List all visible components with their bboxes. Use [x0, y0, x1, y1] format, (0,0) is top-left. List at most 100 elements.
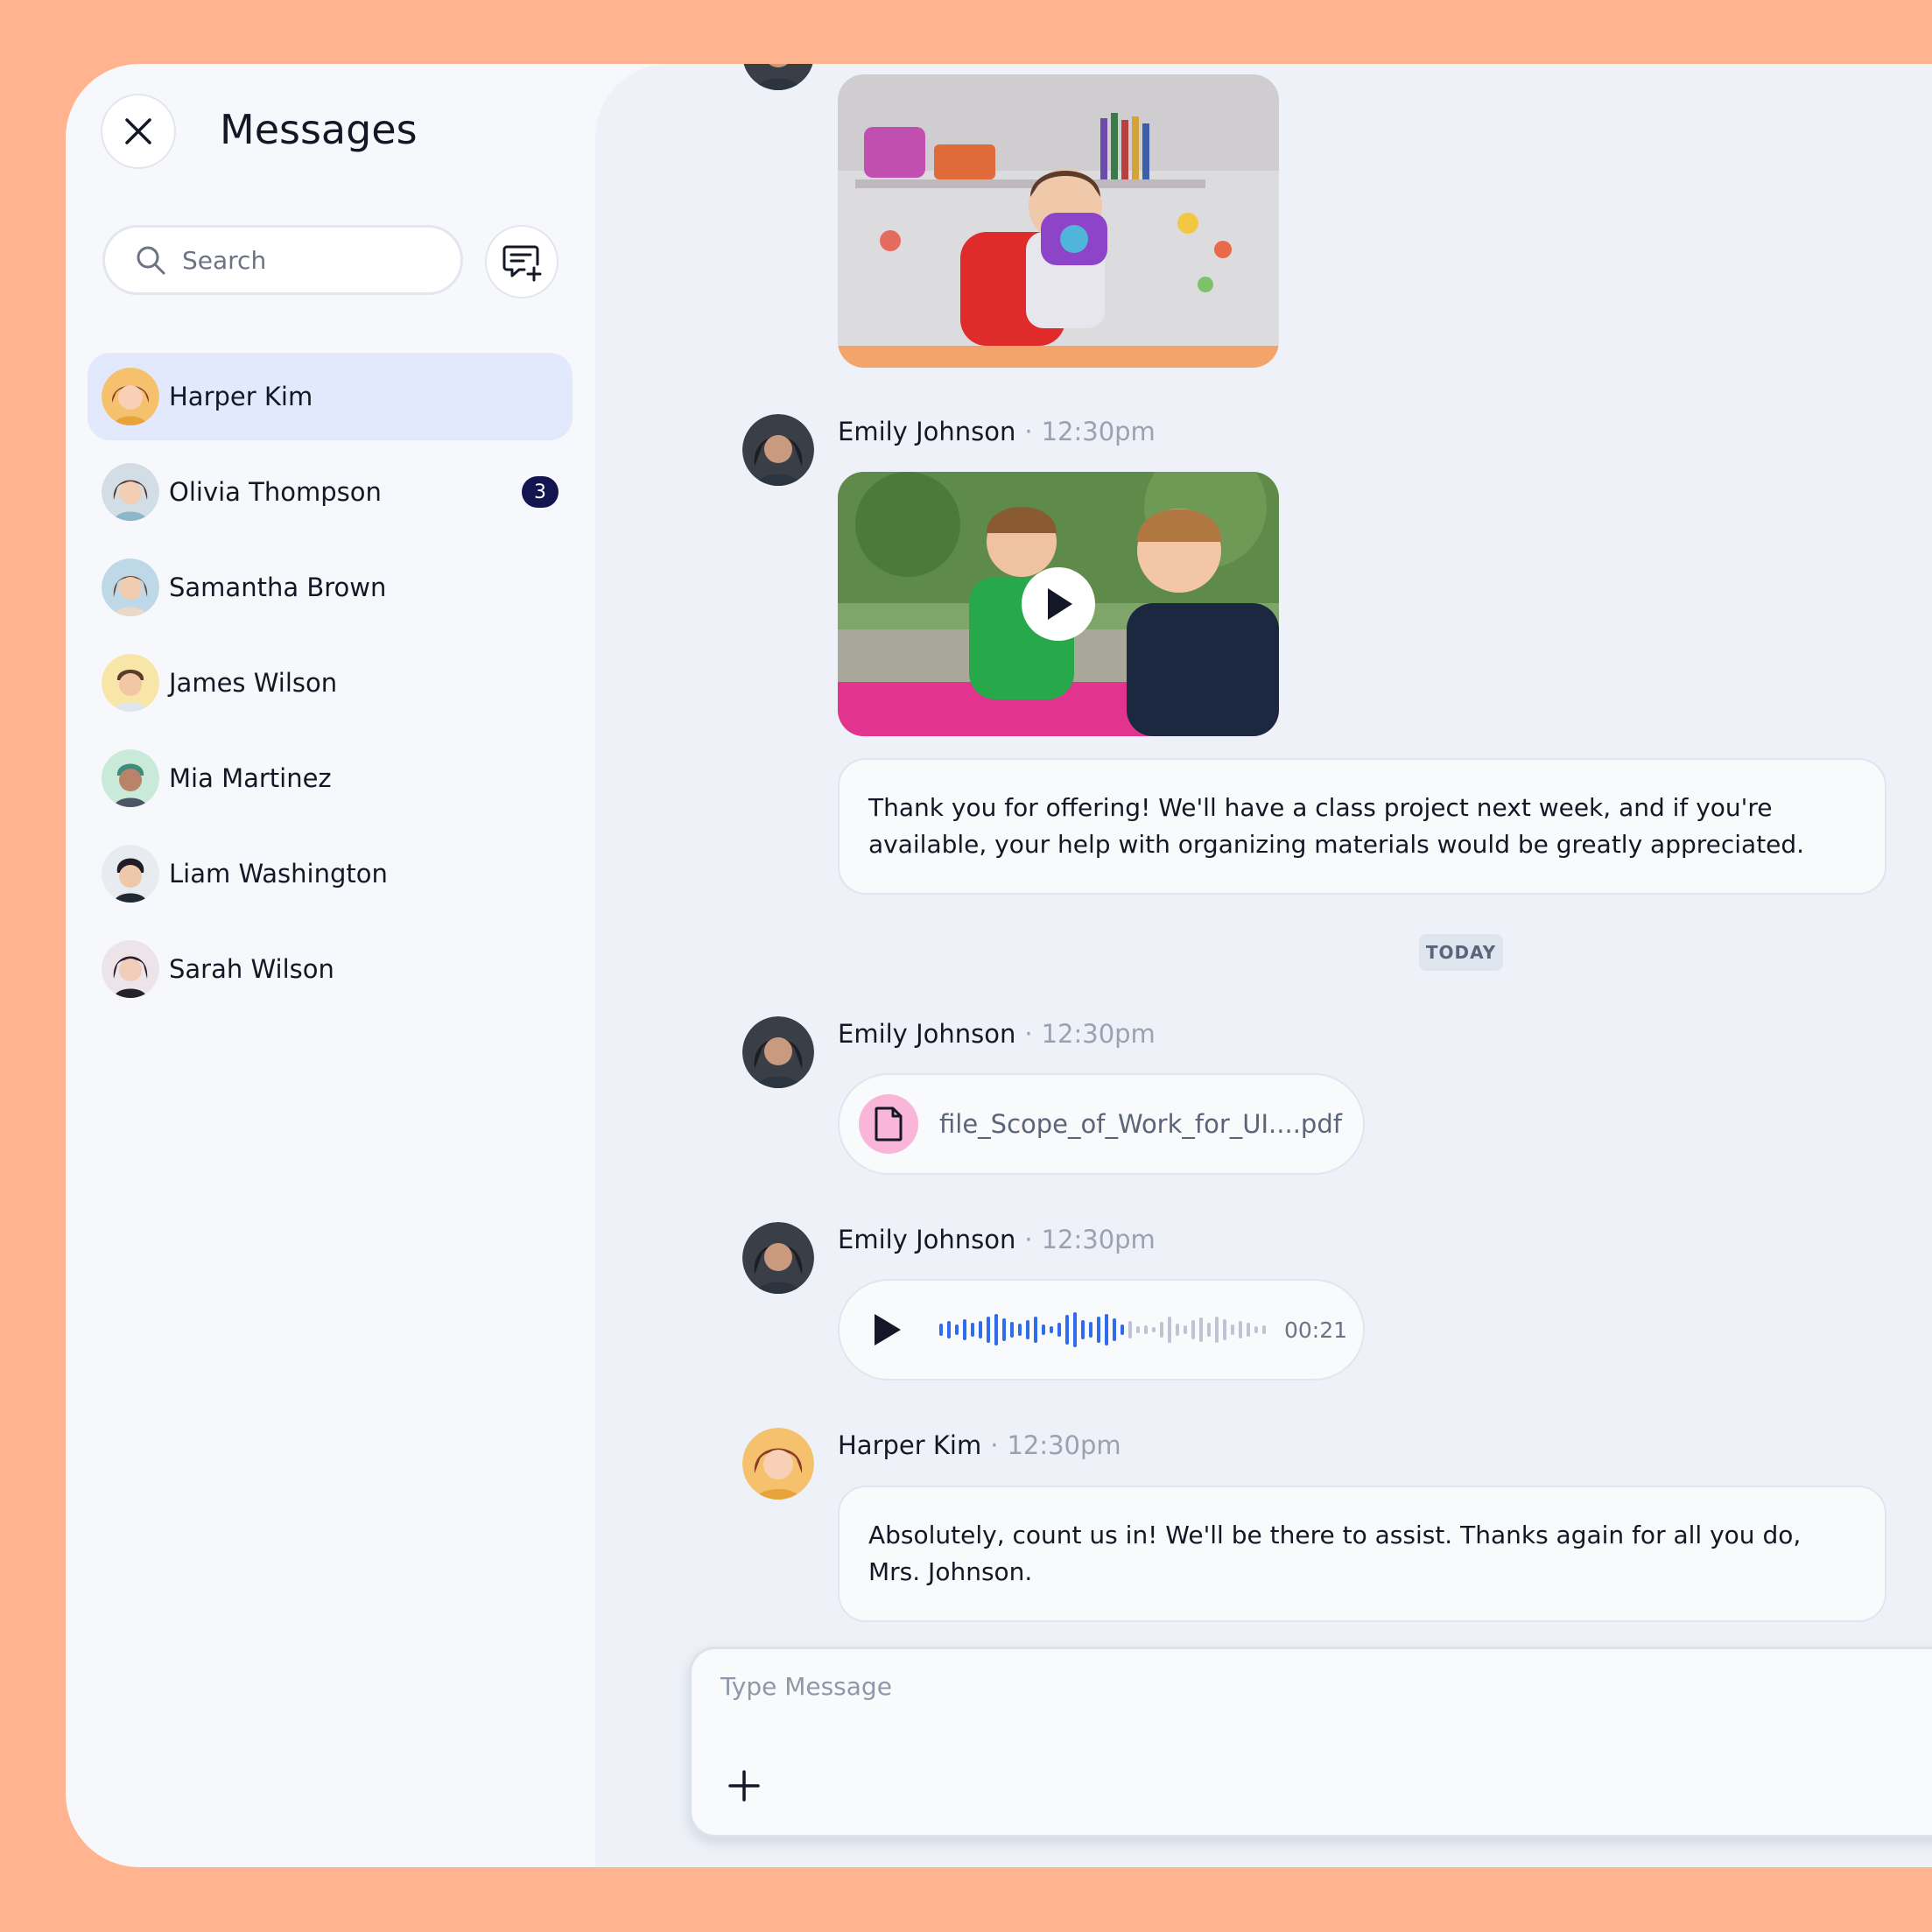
play-icon	[1048, 588, 1072, 620]
avatar	[102, 368, 159, 425]
message-time: 12:30pm	[1007, 1430, 1121, 1460]
contact-item-liam-washington[interactable]: Liam Washington	[88, 830, 573, 917]
waveform-bar	[1184, 1325, 1187, 1334]
waveform-bar	[1018, 1324, 1022, 1336]
waveform-bar	[1050, 1326, 1053, 1333]
unread-badge: 3	[522, 476, 559, 508]
waveform-bar	[1176, 1324, 1179, 1336]
contact-item-samantha-brown[interactable]: Samantha Brown	[88, 544, 573, 631]
waveform-bar	[979, 1321, 982, 1338]
message-time: 12:30pm	[1041, 417, 1156, 446]
waveform-bar	[1254, 1326, 1258, 1333]
avatar	[742, 414, 814, 486]
plus-icon[interactable]	[727, 1768, 762, 1803]
waveform-bar	[1231, 1324, 1234, 1335]
waveform-bar	[963, 1319, 966, 1340]
message-header: Harper Kim · 12:30pm	[838, 1428, 1121, 1463]
contact-name: Samantha Brown	[169, 573, 387, 602]
waveform-bar	[1097, 1317, 1100, 1343]
waveform-bar	[1065, 1315, 1069, 1345]
message-text: Thank you for offering! We'll have a cla…	[868, 793, 1805, 859]
search-box[interactable]	[102, 225, 463, 295]
message-bubble: Absolutely, count us in! We'll be there …	[838, 1486, 1886, 1622]
waveform-bar	[1247, 1323, 1250, 1337]
waveform-bar	[1239, 1321, 1242, 1338]
message-bubble: Thank you for offering! We'll have a cla…	[838, 758, 1886, 895]
contact-item-mia-martinez[interactable]: Mia Martinez	[88, 734, 573, 822]
separator-dot: ·	[1024, 417, 1033, 446]
message-header: Emily Johnson · 12:30pm	[838, 1222, 1156, 1257]
file-attachment[interactable]: file_Scope_of_Work_for_UI....pdf	[838, 1073, 1365, 1175]
waveform-bar	[1223, 1319, 1226, 1340]
photo-attachment[interactable]	[838, 74, 1279, 368]
message-time: 12:30pm	[1041, 1225, 1156, 1254]
waveform-bar	[1207, 1323, 1211, 1337]
audio-waveform[interactable]	[939, 1308, 1272, 1352]
avatar	[102, 845, 159, 903]
waveform-bar	[1199, 1317, 1203, 1342]
sender-name: Emily Johnson	[838, 417, 1016, 446]
play-icon[interactable]	[871, 1312, 903, 1347]
contact-name: Olivia Thompson	[169, 477, 382, 507]
avatar	[102, 749, 159, 807]
contact-item-harper-kim[interactable]: Harper Kim	[88, 353, 573, 440]
waveform-bar	[1191, 1320, 1195, 1339]
message-composer	[689, 1647, 1932, 1837]
contact-name: Liam Washington	[169, 859, 388, 889]
message-input[interactable]	[720, 1672, 1596, 1701]
waveform-bar	[1073, 1312, 1077, 1347]
file-icon	[875, 1107, 903, 1142]
contact-name: Sarah Wilson	[169, 954, 334, 984]
video-attachment[interactable]	[838, 472, 1279, 736]
avatar	[742, 1428, 814, 1500]
waveform-bar	[1002, 1318, 1006, 1341]
separator-dot: ·	[1024, 1019, 1033, 1049]
waveform-bar	[1010, 1322, 1014, 1338]
waveform-bar	[947, 1321, 951, 1338]
contact-name: James Wilson	[169, 668, 338, 698]
message-header: Emily Johnson · 12:30pm	[838, 414, 1156, 449]
avatar	[102, 463, 159, 521]
waveform-bar	[955, 1324, 959, 1335]
separator-dot: ·	[990, 1430, 999, 1460]
contact-name: Mia Martinez	[169, 763, 332, 793]
messages-window: Messages Harper Kim	[66, 64, 1932, 1867]
audio-duration: 00:21	[1284, 1317, 1348, 1343]
avatar	[742, 1222, 814, 1294]
close-button[interactable]	[101, 94, 176, 169]
waveform-bar	[1089, 1322, 1092, 1338]
waveform-bar	[1042, 1324, 1045, 1335]
sender-name: Emily Johnson	[838, 1225, 1016, 1254]
voice-message: 00:21	[838, 1279, 1365, 1381]
avatar	[742, 1016, 814, 1088]
contact-item-olivia-thompson[interactable]: Olivia Thompson 3	[88, 448, 573, 536]
file-icon-wrap	[859, 1094, 918, 1154]
contact-list: Harper Kim Olivia Thompson 3 Samantha Br…	[88, 353, 573, 1021]
message-header: Emily Johnson · 12:30pm	[838, 1016, 1156, 1051]
photo-image	[838, 74, 1279, 368]
waveform-bar	[1136, 1326, 1140, 1333]
waveform-bar	[994, 1314, 998, 1345]
waveform-bar	[1034, 1317, 1037, 1343]
waveform-bar	[1057, 1323, 1061, 1337]
waveform-bar	[939, 1324, 943, 1336]
waveform-bar	[1168, 1317, 1171, 1343]
search-input[interactable]	[182, 245, 445, 275]
page-title: Messages	[220, 106, 418, 153]
contact-item-james-wilson[interactable]: James Wilson	[88, 639, 573, 727]
sender-name: Harper Kim	[838, 1430, 982, 1460]
separator-dot: ·	[1024, 1225, 1033, 1254]
avatar	[102, 940, 159, 998]
new-message-icon	[502, 245, 542, 282]
sender-name: Emily Johnson	[838, 1019, 1016, 1049]
avatar	[102, 654, 159, 712]
waveform-bar	[1105, 1314, 1108, 1345]
avatar	[102, 559, 159, 616]
contact-name: Harper Kim	[169, 382, 313, 411]
chat-pane: Emily Johnson · 12:30pm Thank you for of…	[595, 64, 1932, 1867]
date-divider: TODAY	[1419, 934, 1503, 971]
waveform-bar	[1121, 1324, 1124, 1335]
video-play-button[interactable]	[1022, 567, 1095, 641]
new-message-button[interactable]	[485, 225, 559, 299]
contact-item-sarah-wilson[interactable]: Sarah Wilson	[88, 925, 573, 1013]
